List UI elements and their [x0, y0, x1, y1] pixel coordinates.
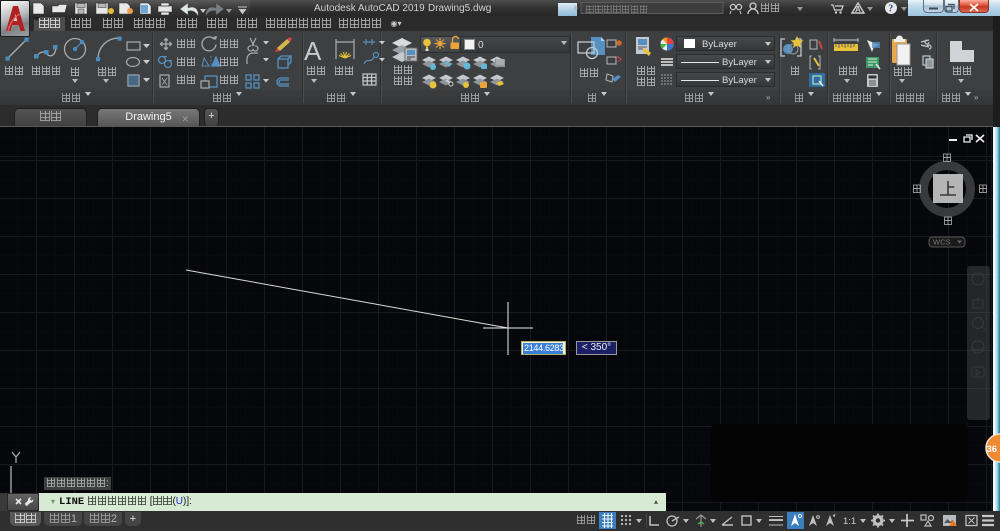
- svg-text:36: 36: [987, 444, 998, 455]
- svg-text:1:1: 1:1: [843, 516, 856, 527]
- svg-text:?: ?: [888, 4, 893, 15]
- svg-text:A: A: [304, 36, 322, 66]
- svg-text:WCS: WCS: [933, 238, 951, 247]
- svg-text:A: A: [855, 5, 861, 14]
